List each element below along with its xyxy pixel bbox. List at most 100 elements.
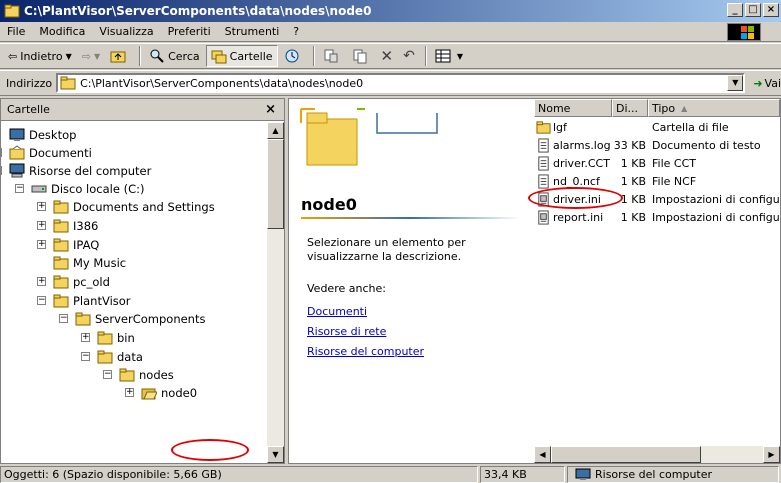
- collapse-icon[interactable]: −: [37, 296, 46, 305]
- tree-item-plantvisor[interactable]: − PlantVisor: [37, 292, 131, 310]
- expand-icon[interactable]: +: [37, 221, 46, 230]
- column-header-type[interactable]: Tipo ▲: [648, 99, 780, 117]
- menu-file[interactable]: File: [0, 25, 32, 38]
- collapse-icon[interactable]: −: [1, 166, 2, 175]
- delete-button[interactable]: ✕: [377, 45, 398, 67]
- folders-pane-header: Cartelle ×: [1, 99, 284, 121]
- collapse-icon[interactable]: −: [103, 370, 112, 379]
- search-button[interactable]: Cerca: [145, 46, 204, 66]
- tree-item-ipaq[interactable]: + IPAQ: [37, 236, 99, 254]
- tree-item-i386[interactable]: + I386: [37, 217, 98, 235]
- folder-icon: [97, 331, 113, 345]
- file-type: Impostazioni di configurazione: [652, 192, 780, 206]
- tree-item-risorse-del-computer[interactable]: − Risorse del computer: [1, 162, 151, 180]
- folder-icon: [53, 200, 69, 214]
- expand-icon[interactable]: +: [37, 277, 46, 286]
- folder-tree-scrollbar[interactable]: ▲ ▼: [267, 122, 284, 463]
- tree-item-label: node0: [161, 386, 198, 400]
- scroll-right-icon[interactable]: ▶: [763, 446, 780, 463]
- tree-item-data[interactable]: − data: [81, 348, 143, 366]
- tree-item-servercomponents[interactable]: − ServerComponents: [59, 310, 205, 328]
- expand-icon[interactable]: +: [37, 240, 46, 249]
- scroll-up-icon[interactable]: ▲: [267, 122, 284, 139]
- tree-item-disco-locale-c-[interactable]: − Disco locale (C:): [15, 180, 144, 198]
- expand-icon[interactable]: +: [37, 202, 46, 211]
- expand-icon[interactable]: +: [125, 388, 134, 397]
- tree-item-label: Documents and Settings: [73, 200, 215, 214]
- undo-button[interactable]: ↶: [399, 46, 419, 66]
- file-row[interactable]: lgf Cartella di file: [534, 119, 780, 135]
- file-row[interactable]: driver.CCT 1 KB File CCT: [534, 155, 780, 171]
- minimize-button[interactable]: _: [727, 3, 743, 17]
- tree-item-nodes[interactable]: − nodes: [103, 366, 174, 384]
- address-input[interactable]: C:\PlantVisor\ServerComponents\data\node…: [56, 73, 746, 93]
- tree-item-bin[interactable]: + bin: [81, 329, 135, 347]
- column-header-name[interactable]: Nome: [534, 99, 612, 117]
- tree-item-node0[interactable]: + node0: [125, 384, 198, 402]
- menu-strumenti[interactable]: Strumenti: [218, 25, 287, 38]
- annotation-circle-node0: [171, 439, 249, 461]
- views-button[interactable]: ▼: [431, 46, 467, 66]
- undo-icon: ↶: [403, 48, 415, 64]
- chevron-down-icon[interactable]: ▼: [727, 75, 744, 91]
- tree-item-documenti[interactable]: + Documenti: [1, 144, 92, 162]
- file-row[interactable]: report.ini 1 KB Impostazioni di configuraz…: [534, 209, 780, 225]
- scrollbar-thumb[interactable]: [551, 446, 701, 463]
- menu-help[interactable]: ?: [286, 25, 306, 38]
- folder-icon: [97, 350, 113, 364]
- menu-modifica[interactable]: Modifica: [32, 25, 92, 38]
- toolbar-separator: [424, 46, 427, 66]
- collapse-icon[interactable]: −: [59, 314, 68, 323]
- file-name: driver.CCT: [553, 156, 610, 170]
- chevron-down-icon[interactable]: ▼: [66, 52, 72, 61]
- go-button[interactable]: ➜ Vai: [753, 77, 781, 90]
- scroll-down-icon[interactable]: ▼: [267, 446, 284, 463]
- column-header-size[interactable]: Di...: [612, 99, 648, 117]
- history-button[interactable]: [280, 46, 307, 66]
- folders-icon: [211, 50, 227, 64]
- link-documenti[interactable]: Documenti: [307, 305, 367, 318]
- maximize-button[interactable]: □: [745, 3, 761, 17]
- menu-visualizza[interactable]: Visualizza: [92, 25, 160, 38]
- link-risorse-del-computer[interactable]: Risorse del computer: [307, 345, 424, 358]
- copy-to-button[interactable]: [348, 46, 375, 66]
- computer-icon: [575, 468, 591, 480]
- title-rule: [301, 217, 521, 219]
- up-folder-button[interactable]: [106, 46, 133, 66]
- collapse-icon[interactable]: −: [81, 352, 90, 361]
- menu-preferiti[interactable]: Preferiti: [161, 25, 218, 38]
- disk-icon: [31, 185, 47, 193]
- file-name-cell: report.ini: [536, 209, 614, 225]
- tree-item-label: nodes: [139, 368, 174, 382]
- move-to-button[interactable]: [319, 46, 346, 66]
- address-label: Indirizzo: [6, 76, 53, 90]
- close-button[interactable]: ×: [763, 3, 779, 17]
- collapse-icon[interactable]: −: [15, 184, 24, 193]
- folders-pane: Cartelle × Desktop+Documenti−Risorse del…: [0, 98, 285, 464]
- expand-icon[interactable]: +: [1, 148, 2, 157]
- file-row[interactable]: alarms.log 33 KB Documento di testo: [534, 137, 780, 153]
- tree-item-pc-old[interactable]: + pc_old: [37, 273, 110, 291]
- folder-title: node0: [301, 195, 357, 214]
- tree-item-desktop[interactable]: Desktop: [7, 126, 76, 144]
- forward-button[interactable]: ⇨ ▼: [78, 48, 104, 65]
- status-zone: Risorse del computer: [567, 466, 779, 483]
- tree-item-documents-and-settings[interactable]: + Documents and Settings: [37, 198, 215, 216]
- folder-open-icon: [141, 388, 157, 400]
- close-icon[interactable]: ×: [265, 102, 276, 117]
- file-name: nd_0.ncf: [553, 174, 600, 188]
- file-name-cell: driver.CCT: [536, 155, 614, 171]
- file-list-scrollbar[interactable]: ◀ ▶: [534, 446, 780, 463]
- folder-icon: [53, 294, 69, 308]
- expand-icon[interactable]: +: [81, 333, 90, 342]
- tree-item-my-music[interactable]: My Music: [51, 254, 126, 272]
- link-risorse-di-rete[interactable]: Risorse di rete: [307, 325, 386, 338]
- folders-button[interactable]: Cartelle: [205, 45, 278, 67]
- title-bar[interactable]: C:\PlantVisor\ServerComponents\data\node…: [0, 0, 781, 22]
- chevron-down-icon[interactable]: ▼: [94, 52, 100, 61]
- scrollbar-thumb[interactable]: [267, 139, 284, 229]
- see-also-label: Vedere anche:: [307, 282, 386, 295]
- back-button[interactable]: ⇦ Indietro ▼: [4, 48, 76, 65]
- status-objects: Oggetti: 6 (Spazio disponibile: 5,66 GB): [0, 466, 478, 483]
- scroll-left-icon[interactable]: ◀: [534, 446, 551, 463]
